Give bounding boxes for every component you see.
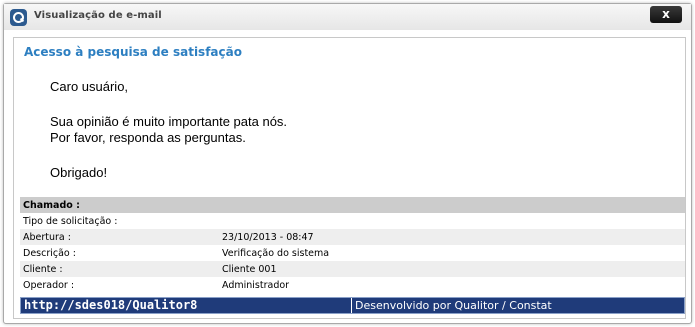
table-row: Descrição : Verificação do sistema — [20, 245, 685, 261]
footer-credit: Desenvolvido por Qualitor / Constat — [355, 299, 552, 312]
table-row: Tipo de solicitação : — [20, 213, 685, 229]
client-value: Cliente 001 — [219, 261, 685, 277]
email-line-2: Por favor, responda as perguntas. — [50, 130, 246, 145]
email-footer: http://sdes018/Qualitor8 Desenvolvido po… — [20, 297, 685, 314]
operator-value: Administrador — [219, 277, 685, 293]
window-title: Visualização de e-mail — [34, 10, 162, 21]
system-url-link[interactable]: http://sdes018/Qualitor8 — [21, 298, 352, 313]
close-button[interactable]: x — [650, 6, 682, 23]
ticket-info-table: Chamado : Tipo de solicitação : Abertura… — [20, 197, 685, 293]
ticket-value — [219, 197, 685, 213]
email-greeting: Caro usuário, — [50, 79, 129, 94]
email-line-1: Sua opinião é muito importante pata nós. — [50, 114, 288, 129]
table-row: Operador : Administrador — [20, 277, 685, 293]
table-row: Abertura : 23/10/2013 - 08:47 — [20, 229, 685, 245]
ticket-label: Chamado : — [20, 197, 219, 213]
request-type-label: Tipo de solicitação : — [20, 213, 219, 229]
operator-label: Operador : — [20, 277, 219, 293]
qualitor-logo-icon — [10, 9, 27, 26]
opening-label: Abertura : — [20, 229, 219, 245]
title-bar: Visualização de e-mail x — [4, 4, 691, 30]
table-row: Cliente : Cliente 001 — [20, 261, 685, 277]
request-type-value — [219, 213, 685, 229]
description-value: Verificação do sistema — [219, 245, 685, 261]
description-label: Descrição : — [20, 245, 219, 261]
table-header-row: Chamado : — [20, 197, 685, 213]
email-closing: Obrigado! — [50, 165, 108, 180]
email-content-panel: Acesso à pesquisa de satisfação Caro usu… — [13, 37, 686, 319]
email-preview-window: Visualização de e-mail x Acesso à pesqui… — [3, 3, 692, 324]
opening-value: 23/10/2013 - 08:47 — [219, 229, 685, 245]
email-subject: Acesso à pesquisa de satisfação — [24, 45, 242, 59]
client-label: Cliente : — [20, 261, 219, 277]
